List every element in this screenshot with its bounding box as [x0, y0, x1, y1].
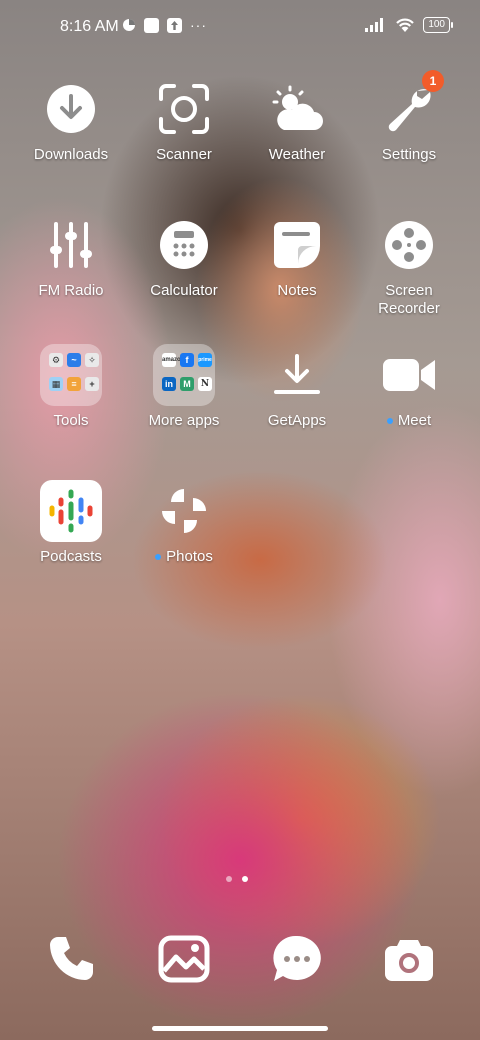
money-icon: M: [180, 377, 194, 391]
news-icon: N: [198, 377, 212, 391]
app-screen-recorder[interactable]: Screen Recorder: [354, 214, 464, 318]
data-saver-icon: [123, 19, 135, 31]
linkedin-icon: in: [162, 377, 176, 391]
app-settings[interactable]: 1 Settings: [354, 70, 464, 164]
scanner-icon: [153, 78, 215, 140]
folder-icon: ⚙ ~ ✧ ▦ ≡ +: [40, 344, 102, 406]
app-notification-icon: [144, 17, 159, 33]
video-camera-icon: [378, 344, 440, 406]
battery-indicator: 100: [423, 17, 453, 33]
calculator-icon: [153, 214, 215, 276]
pinwheel-icon: [153, 480, 215, 542]
notes-icon: [266, 214, 328, 276]
folder-icon: amazon f prime in M N: [153, 344, 215, 406]
app-label: FM Radio: [38, 282, 104, 299]
app-label: Meet: [386, 412, 432, 430]
app-label: More apps: [148, 412, 220, 429]
grid-icon: ▦: [49, 377, 63, 391]
app-label: GetApps: [267, 412, 327, 429]
film-reel-icon: [378, 214, 440, 276]
equalizer-icon: [40, 214, 102, 276]
gear-icon: ⚙: [49, 353, 63, 367]
app-label: Weather: [268, 146, 326, 163]
app-weather[interactable]: Weather: [242, 78, 352, 164]
chat-bubble-icon: [266, 928, 328, 990]
folder-more-apps[interactable]: amazon f prime in M N More apps: [129, 344, 239, 430]
app-downloads[interactable]: Downloads: [16, 78, 126, 164]
app-label: Downloads: [33, 146, 109, 163]
app-podcasts[interactable]: Podcasts: [16, 480, 126, 566]
status-time: 8:16 AM: [60, 18, 119, 35]
amazon-icon: amazon: [162, 353, 184, 367]
dock-messages[interactable]: [242, 928, 352, 990]
app-label: Podcasts: [40, 548, 102, 565]
app-label-text: Photos: [166, 548, 213, 565]
page-dot-active[interactable]: [242, 876, 248, 882]
dock-camera[interactable]: [354, 928, 464, 990]
app-label: Tools: [53, 412, 89, 429]
system-icons: 100: [365, 17, 453, 33]
list-icon: ≡: [67, 377, 81, 391]
app-getapps[interactable]: GetApps: [242, 344, 352, 430]
podcasts-icon: [40, 480, 102, 542]
home-gesture-bar[interactable]: [152, 1026, 328, 1031]
camera-icon: [378, 928, 440, 990]
app-photos[interactable]: Photos: [129, 480, 239, 566]
app-meet[interactable]: Meet: [354, 344, 464, 430]
app-label: Scanner: [156, 146, 212, 163]
app-label: Calculator: [150, 282, 218, 299]
phone-icon: [40, 928, 102, 990]
app-fm-radio[interactable]: FM Radio: [16, 214, 126, 300]
weather-icon: [266, 78, 328, 140]
facebook-icon: f: [180, 353, 194, 367]
prime-video-icon: prime: [198, 353, 212, 367]
wave-icon: ~: [67, 353, 81, 367]
status-bar: 8:16 AM ··· 100: [0, 0, 480, 56]
page-dot[interactable]: [226, 876, 232, 882]
new-app-dot: [155, 554, 162, 561]
app-label-text: Meet: [397, 412, 432, 429]
app-label: Screen Recorder: [378, 282, 440, 317]
download-tray-icon: [266, 344, 328, 406]
wrench-icon: 1: [378, 70, 444, 140]
folder-tools[interactable]: ⚙ ~ ✧ ▦ ≡ + Tools: [16, 344, 126, 430]
page-indicator[interactable]: [226, 876, 248, 882]
dock-gallery[interactable]: [129, 928, 239, 990]
notification-badge: 1: [422, 70, 444, 92]
signal-icon: [365, 18, 384, 32]
app-label: Settings: [381, 146, 437, 163]
app-label: Notes: [277, 282, 317, 299]
upload-icon: [167, 17, 182, 33]
notification-icons: ···: [122, 17, 207, 33]
plus-icon: +: [85, 377, 99, 391]
app-label: Photos: [155, 548, 213, 566]
more-notifications-icon: ···: [190, 17, 207, 33]
app-scanner[interactable]: Scanner: [129, 78, 239, 164]
app-calculator[interactable]: Calculator: [129, 214, 239, 300]
downloads-icon: [40, 78, 102, 140]
new-app-dot: [386, 418, 393, 425]
compass-icon: ✧: [85, 353, 99, 367]
wifi-icon: [396, 18, 415, 32]
dock-phone[interactable]: [16, 928, 126, 990]
gallery-icon: [153, 928, 215, 990]
app-notes[interactable]: Notes: [242, 214, 352, 300]
